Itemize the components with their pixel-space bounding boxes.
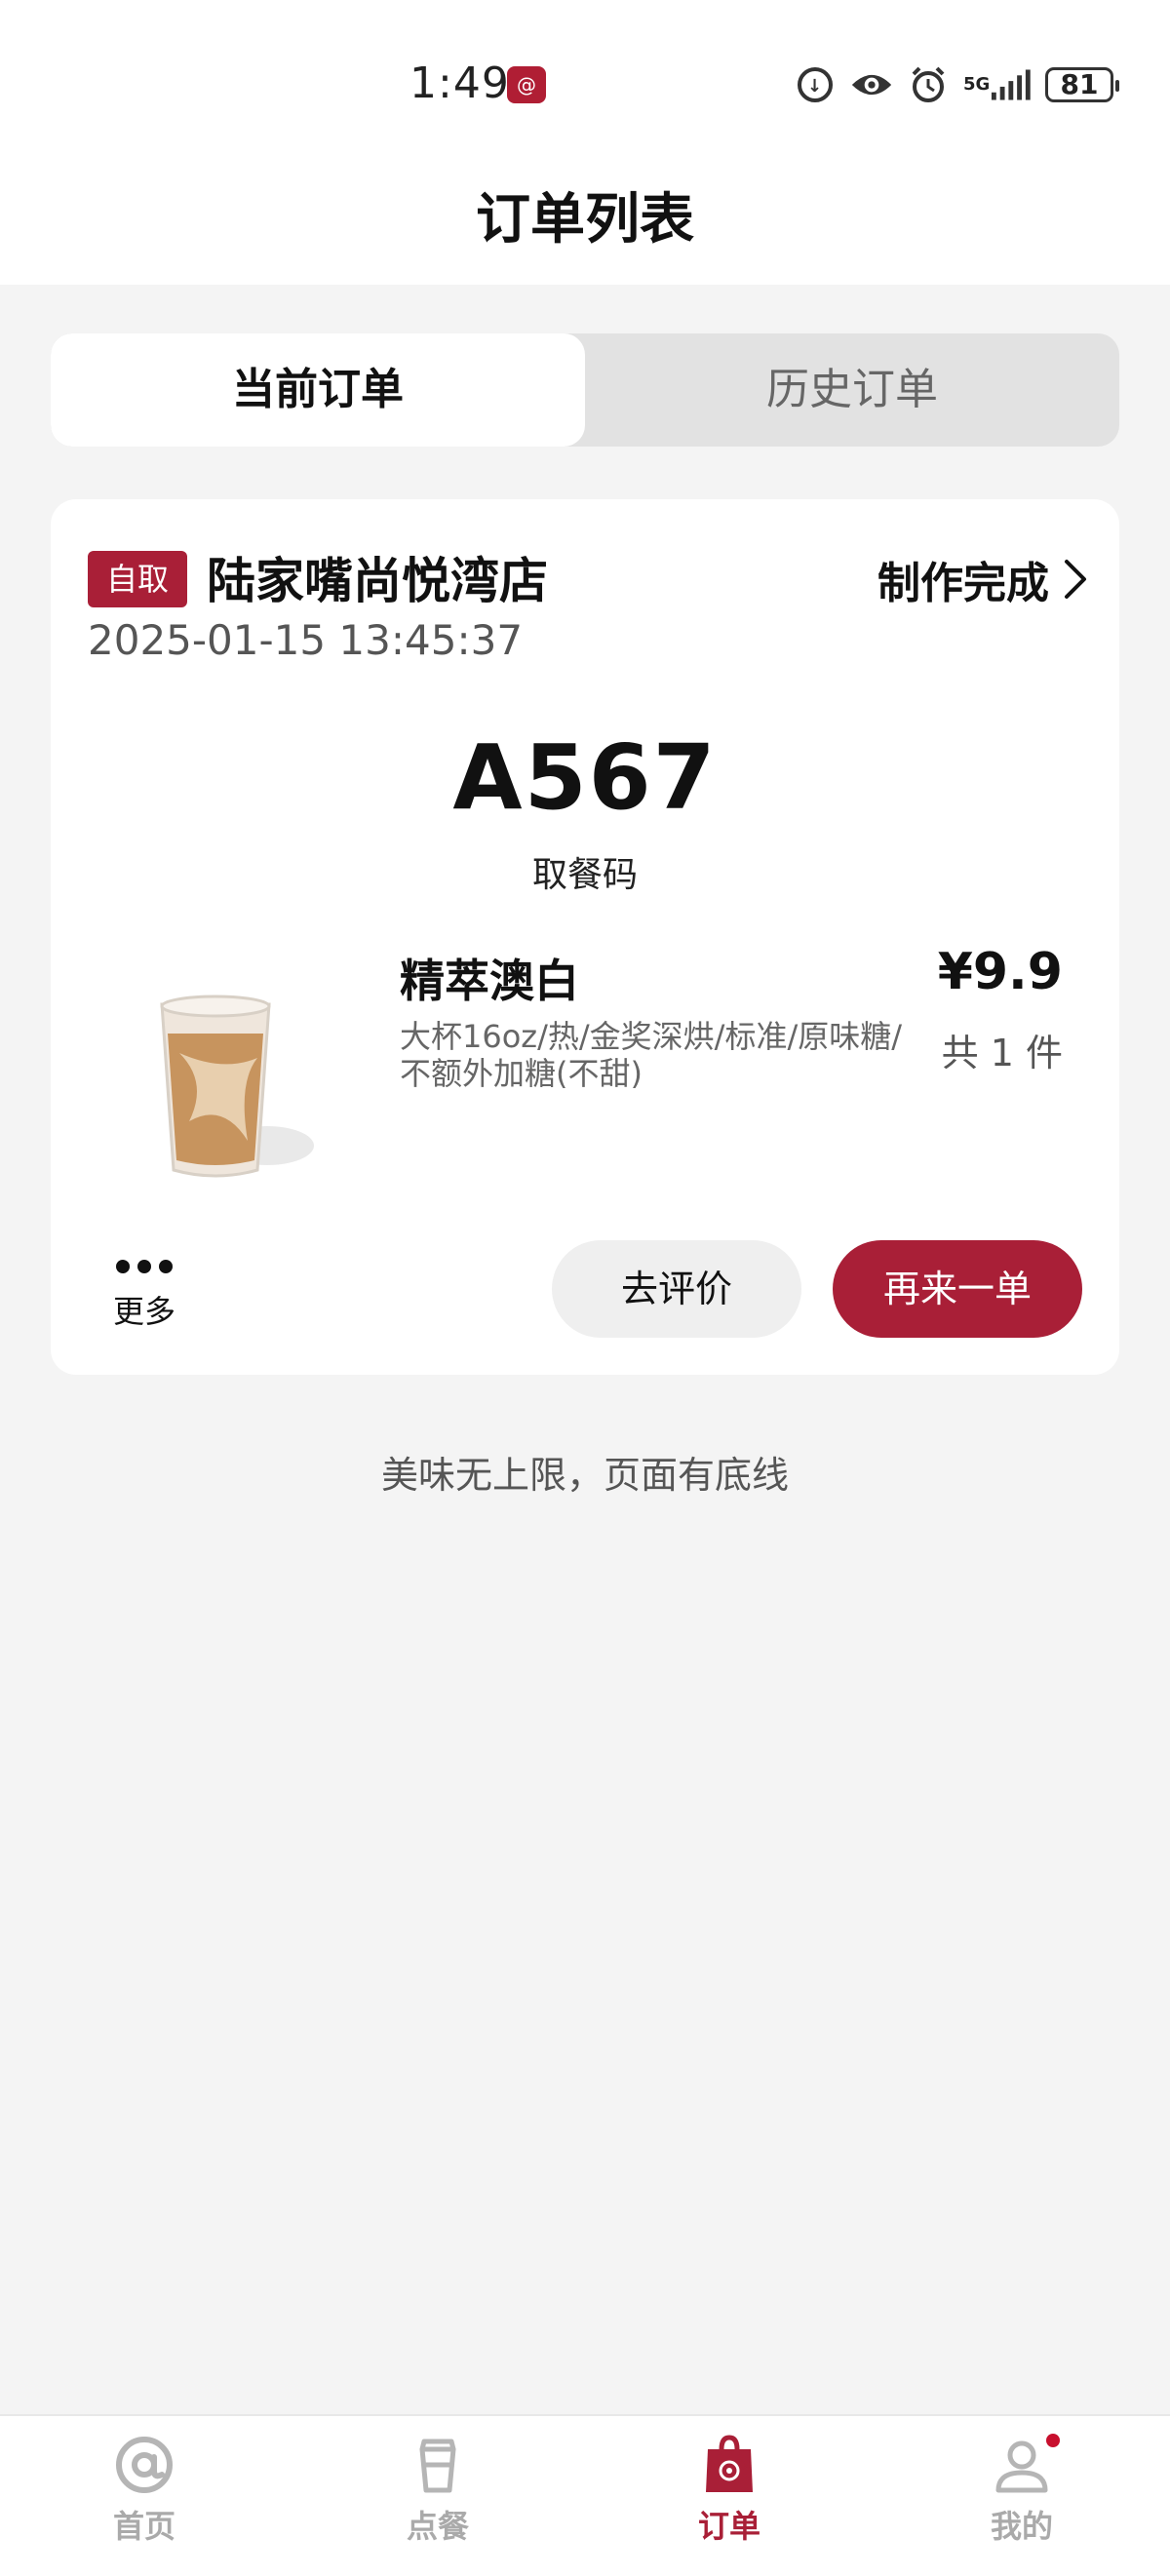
product-quantity: 共 1 件 — [941, 1032, 1063, 1074]
status-icons: ↓ 5G 81 — [794, 60, 1119, 109]
status-time: 1:49 — [410, 59, 510, 108]
nav-label-orders: 订单 — [697, 2508, 760, 2545]
order-datetime: 2025-01-15 13:45:37 — [88, 616, 524, 664]
nav-item-orders[interactable]: 订单 — [656, 2434, 802, 2547]
profile-icon — [995, 2440, 1048, 2493]
more-button[interactable]: 更多 — [105, 1260, 183, 1332]
page-title: 订单列表 — [476, 188, 694, 252]
bag-icon — [706, 2435, 753, 2492]
order-status: 制作完成 — [878, 559, 1049, 608]
more-dots-icon — [105, 1260, 183, 1273]
product-specs: 大杯16oz/热/金奖深烘/标准/原味糖/不额外加糖(不甜) — [400, 1018, 903, 1092]
eye-icon — [850, 63, 893, 106]
chevron-right-icon — [1065, 560, 1086, 599]
product-price: ¥9.9 — [937, 943, 1063, 1001]
nav-item-order-menu[interactable]: 点餐 — [365, 2434, 511, 2547]
store-name: 陆家嘴尚悦湾店 — [207, 553, 548, 609]
nav-label-order-menu: 点餐 — [406, 2508, 469, 2545]
nav-item-home[interactable]: 首页 — [71, 2434, 217, 2547]
reorder-button[interactable]: 再来一单 — [833, 1240, 1082, 1338]
signal-icon: 5G — [963, 63, 1032, 106]
more-label: 更多 — [112, 1293, 176, 1330]
data-saver-icon: ↓ — [794, 63, 837, 106]
home-at-icon — [116, 2437, 173, 2493]
order-card[interactable]: 自取 陆家嘴尚悦湾店 制作完成 2025-01-15 13:45:37 A567… — [51, 499, 1119, 1375]
nav-item-profile[interactable]: 我的 — [949, 2434, 1095, 2547]
notification-dot — [1046, 2434, 1060, 2447]
bottom-nav: 首页 点餐 订单 我的 — [0, 2414, 1170, 2576]
product-name: 精萃澳白 — [400, 955, 579, 1007]
pickup-code-label: 取餐码 — [531, 855, 638, 895]
tab-current-orders[interactable]: 当前订单 — [51, 333, 585, 447]
cup-icon — [419, 2439, 456, 2493]
order-status-link[interactable]: 制作完成 — [878, 548, 1088, 610]
app-notification-icon: @ — [507, 66, 546, 103]
svg-text:↓: ↓ — [807, 76, 822, 97]
pickup-type-badge: 自取 — [88, 551, 187, 607]
product-image — [160, 995, 314, 1178]
nav-label-home: 首页 — [112, 2508, 176, 2545]
review-button[interactable]: 去评价 — [552, 1240, 801, 1338]
battery-icon: 81 — [1045, 67, 1119, 102]
tab-history-orders[interactable]: 历史订单 — [585, 333, 1119, 447]
nav-label-profile: 我的 — [990, 2508, 1053, 2545]
footer-note: 美味无上限，页面有底线 — [380, 1454, 789, 1497]
alarm-icon — [907, 63, 950, 106]
order-tabs: 当前订单 历史订单 — [51, 333, 1119, 447]
status-bar: 1:49 @ ↓ 5G 81 — [0, 0, 1170, 166]
pickup-code: A567 — [452, 725, 718, 830]
